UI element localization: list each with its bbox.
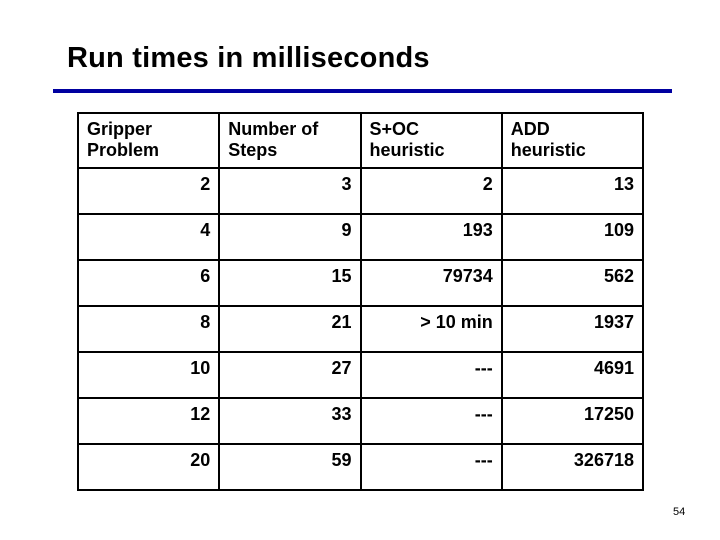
title-underline-rule <box>53 89 672 93</box>
add-heuristic-cell: 109 <box>500 213 645 261</box>
number-of-steps-cell: 15 <box>218 259 362 307</box>
gripper-problem-cell: 10 <box>76 351 221 399</box>
add-heuristic-cell: 4691 <box>500 351 645 399</box>
soc-heuristic-cell: 79734 <box>359 259 503 307</box>
table-header-row: Gripper Problem Number of Steps S+OC heuris… <box>76 112 645 169</box>
header-gripper-problem: Gripper Problem <box>76 112 221 169</box>
run-times-table: Gripper Problem Number of Steps S+OC heuris… <box>76 112 645 491</box>
number-of-steps-cell: 9 <box>218 213 362 261</box>
header-line: S+OC <box>369 119 420 139</box>
header-line: Problem <box>87 140 160 160</box>
table-row: 12 33 --- 17250 <box>76 397 645 445</box>
header-add-heuristic: ADD heuristic <box>500 112 645 169</box>
add-heuristic-cell: 1937 <box>500 305 645 353</box>
soc-heuristic-cell: --- <box>359 397 503 445</box>
number-of-steps-cell: 33 <box>218 397 362 445</box>
header-line: Gripper <box>87 119 153 139</box>
table-row: 10 27 --- 4691 <box>76 351 645 399</box>
slide-title: Run times in milliseconds <box>67 42 430 74</box>
header-line: Number of <box>228 119 319 139</box>
header-line: heuristic <box>510 140 586 160</box>
header-line: heuristic <box>369 140 445 160</box>
soc-heuristic-cell: --- <box>359 351 503 399</box>
number-of-steps-cell: 59 <box>218 443 362 491</box>
number-of-steps-cell: 27 <box>218 351 362 399</box>
gripper-problem-cell: 20 <box>76 443 221 491</box>
number-of-steps-cell: 3 <box>218 167 362 215</box>
table-row: 20 59 --- 326718 <box>76 443 645 491</box>
header-number-of-steps: Number of Steps <box>218 112 362 169</box>
add-heuristic-cell: 562 <box>500 259 645 307</box>
soc-heuristic-cell: 193 <box>359 213 503 261</box>
header-line: ADD <box>510 119 550 139</box>
add-heuristic-cell: 326718 <box>500 443 645 491</box>
add-heuristic-cell: 17250 <box>500 397 645 445</box>
page-number: 54 <box>673 506 686 518</box>
header-soc-heuristic: S+OC heuristic <box>359 112 503 169</box>
gripper-problem-cell: 2 <box>76 167 221 215</box>
gripper-problem-cell: 6 <box>76 259 221 307</box>
table-row: 8 21 > 10 min 1937 <box>76 305 645 353</box>
soc-heuristic-cell: > 10 min <box>359 305 503 353</box>
number-of-steps-cell: 21 <box>218 305 362 353</box>
gripper-problem-cell: 12 <box>76 397 221 445</box>
header-line: Steps <box>228 140 278 160</box>
soc-heuristic-cell: --- <box>359 443 503 491</box>
table-row: 2 3 2 13 <box>76 167 645 215</box>
table-row: 6 15 79734 562 <box>76 259 645 307</box>
gripper-problem-cell: 4 <box>76 213 221 261</box>
add-heuristic-cell: 13 <box>500 167 645 215</box>
table-row: 4 9 193 109 <box>76 213 645 261</box>
gripper-problem-cell: 8 <box>76 305 221 353</box>
soc-heuristic-cell: 2 <box>359 167 503 215</box>
